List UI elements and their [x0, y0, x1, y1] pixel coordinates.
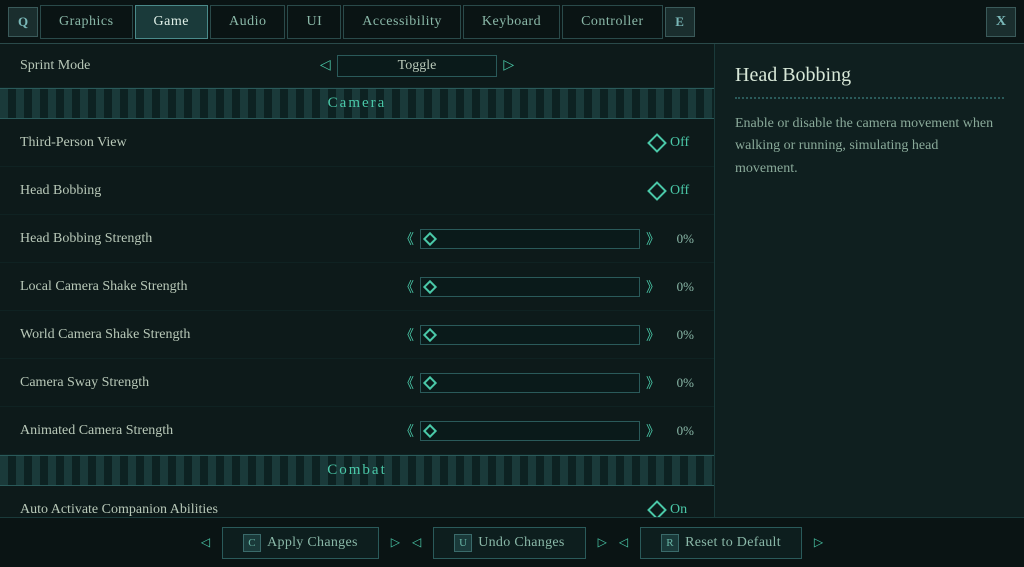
acam-arrow-left[interactable]: 《	[400, 421, 414, 441]
sprint-arrow-left[interactable]: ◁	[320, 57, 331, 74]
apply-label: Apply Changes	[267, 535, 358, 551]
auto-activate-companion-row: Auto Activate Companion Abilities On	[0, 486, 714, 517]
undo-key: U	[454, 534, 472, 552]
apply-key: C	[243, 534, 261, 552]
animated-camera-label: Animated Camera Strength	[20, 423, 400, 439]
nav-e-button[interactable]: E	[665, 7, 695, 37]
third-person-view-row: Third-Person View Off	[0, 119, 714, 167]
hbs-arrow-left[interactable]: 《	[400, 229, 414, 249]
camera-section-divider: Camera	[0, 88, 714, 119]
wcs-thumb	[423, 327, 437, 341]
camera-sway-label: Camera Sway Strength	[20, 375, 400, 391]
apply-arrow-left: ◁	[201, 535, 210, 550]
head-bobbing-row: Head Bobbing Off	[0, 167, 714, 215]
lcs-value: 0%	[666, 279, 694, 295]
csway-value: 0%	[666, 375, 694, 391]
tab-accessibility[interactable]: Accessibility	[343, 5, 461, 39]
reset-key: R	[661, 534, 679, 552]
csway-arrow-left[interactable]: 《	[400, 373, 414, 393]
csway-thumb	[423, 375, 437, 389]
camera-sway-control: 《 》 0%	[400, 373, 694, 393]
local-camera-shake-control: 《 》 0%	[400, 277, 694, 297]
auto-activate-companion-control[interactable]: On	[650, 502, 694, 518]
hbs-track[interactable]	[420, 229, 640, 249]
animated-camera-control: 《 》 0%	[400, 421, 694, 441]
tab-keyboard[interactable]: Keyboard	[463, 5, 560, 39]
third-person-view-control[interactable]: Off	[650, 135, 694, 151]
local-camera-shake-row: Local Camera Shake Strength 《 》 0%	[0, 263, 714, 311]
apply-changes-button[interactable]: C Apply Changes	[222, 527, 379, 559]
hbs-thumb	[423, 231, 437, 245]
lcs-arrow-right[interactable]: 》	[646, 277, 660, 297]
auto-activate-companion-label: Auto Activate Companion Abilities	[20, 502, 650, 518]
undo-changes-button[interactable]: U Undo Changes	[433, 527, 585, 559]
sprint-toggle-container: ◁ Toggle ▷	[140, 55, 694, 77]
acam-arrow-right[interactable]: 》	[646, 421, 660, 441]
lcs-track[interactable]	[420, 277, 640, 297]
third-person-view-label: Third-Person View	[20, 135, 650, 151]
tab-game[interactable]: Game	[135, 5, 208, 39]
head-bobbing-strength-control: 《 》 0%	[400, 229, 694, 249]
info-description: Enable or disable the camera movement wh…	[735, 113, 1004, 180]
head-bobbing-strength-row: Head Bobbing Strength 《 》 0%	[0, 215, 714, 263]
wcs-track[interactable]	[420, 325, 640, 345]
settings-panel: Sprint Mode ◁ Toggle ▷ Camera Third-Pers…	[0, 44, 714, 517]
apply-arrow-right: ▷	[391, 535, 400, 550]
reset-label: Reset to Default	[685, 535, 781, 551]
third-person-view-value: Off	[670, 135, 694, 151]
csway-track[interactable]	[420, 373, 640, 393]
reset-arrow-left: ◁	[619, 535, 628, 550]
head-bobbing-strength-label: Head Bobbing Strength	[20, 231, 400, 247]
tab-graphics[interactable]: Graphics	[40, 5, 133, 39]
close-button[interactable]: X	[986, 7, 1016, 37]
head-bobbing-label: Head Bobbing	[20, 183, 650, 199]
info-divider	[735, 97, 1004, 99]
auto-activate-value: On	[670, 502, 694, 518]
sprint-arrow-right[interactable]: ▷	[503, 57, 514, 74]
combat-section-title: Combat	[16, 462, 698, 479]
tab-audio[interactable]: Audio	[210, 5, 286, 39]
hbs-arrow-right[interactable]: 》	[646, 229, 660, 249]
main-content: Sprint Mode ◁ Toggle ▷ Camera Third-Pers…	[0, 44, 1024, 517]
nav-q-button[interactable]: Q	[8, 7, 38, 37]
hbs-value: 0%	[666, 231, 694, 247]
combat-section-divider: Combat	[0, 455, 714, 486]
world-camera-shake-row: World Camera Shake Strength 《 》 0%	[0, 311, 714, 359]
tab-ui[interactable]: UI	[287, 5, 341, 39]
lcs-arrow-left[interactable]: 《	[400, 277, 414, 297]
reset-arrow-right: ▷	[814, 535, 823, 550]
sprint-toggle-value[interactable]: Toggle	[337, 55, 498, 77]
info-panel: Head Bobbing Enable or disable the camer…	[714, 44, 1024, 517]
camera-sway-row: Camera Sway Strength 《 》 0%	[0, 359, 714, 407]
csway-arrow-right[interactable]: 》	[646, 373, 660, 393]
head-bobbing-control[interactable]: Off	[650, 183, 694, 199]
bottom-bar: ◁ C Apply Changes ▷ ◁ U Undo Changes ▷ ◁…	[0, 517, 1024, 567]
auto-activate-diamond-icon	[647, 500, 667, 517]
undo-arrow-right: ▷	[598, 535, 607, 550]
info-title: Head Bobbing	[735, 64, 1004, 87]
local-camera-shake-label: Local Camera Shake Strength	[20, 279, 400, 295]
wcs-arrow-right[interactable]: 》	[646, 325, 660, 345]
acam-track[interactable]	[420, 421, 640, 441]
undo-arrow-left: ◁	[412, 535, 421, 550]
third-person-diamond-icon	[647, 133, 667, 153]
reset-to-default-button[interactable]: R Reset to Default	[640, 527, 802, 559]
acam-value: 0%	[666, 423, 694, 439]
head-bobbing-value: Off	[670, 183, 694, 199]
world-camera-shake-control: 《 》 0%	[400, 325, 694, 345]
acam-thumb	[423, 423, 437, 437]
sprint-mode-label: Sprint Mode	[20, 58, 140, 74]
sprint-mode-row: Sprint Mode ◁ Toggle ▷	[0, 44, 714, 88]
wcs-arrow-left[interactable]: 《	[400, 325, 414, 345]
undo-label: Undo Changes	[478, 535, 564, 551]
top-nav: Q Graphics Game Audio UI Accessibility K…	[0, 0, 1024, 44]
camera-section-title: Camera	[16, 95, 698, 112]
animated-camera-row: Animated Camera Strength 《 》 0%	[0, 407, 714, 455]
lcs-thumb	[423, 279, 437, 293]
world-camera-shake-label: World Camera Shake Strength	[20, 327, 400, 343]
tab-controller[interactable]: Controller	[562, 5, 663, 39]
head-bobbing-diamond-icon	[647, 181, 667, 201]
wcs-value: 0%	[666, 327, 694, 343]
